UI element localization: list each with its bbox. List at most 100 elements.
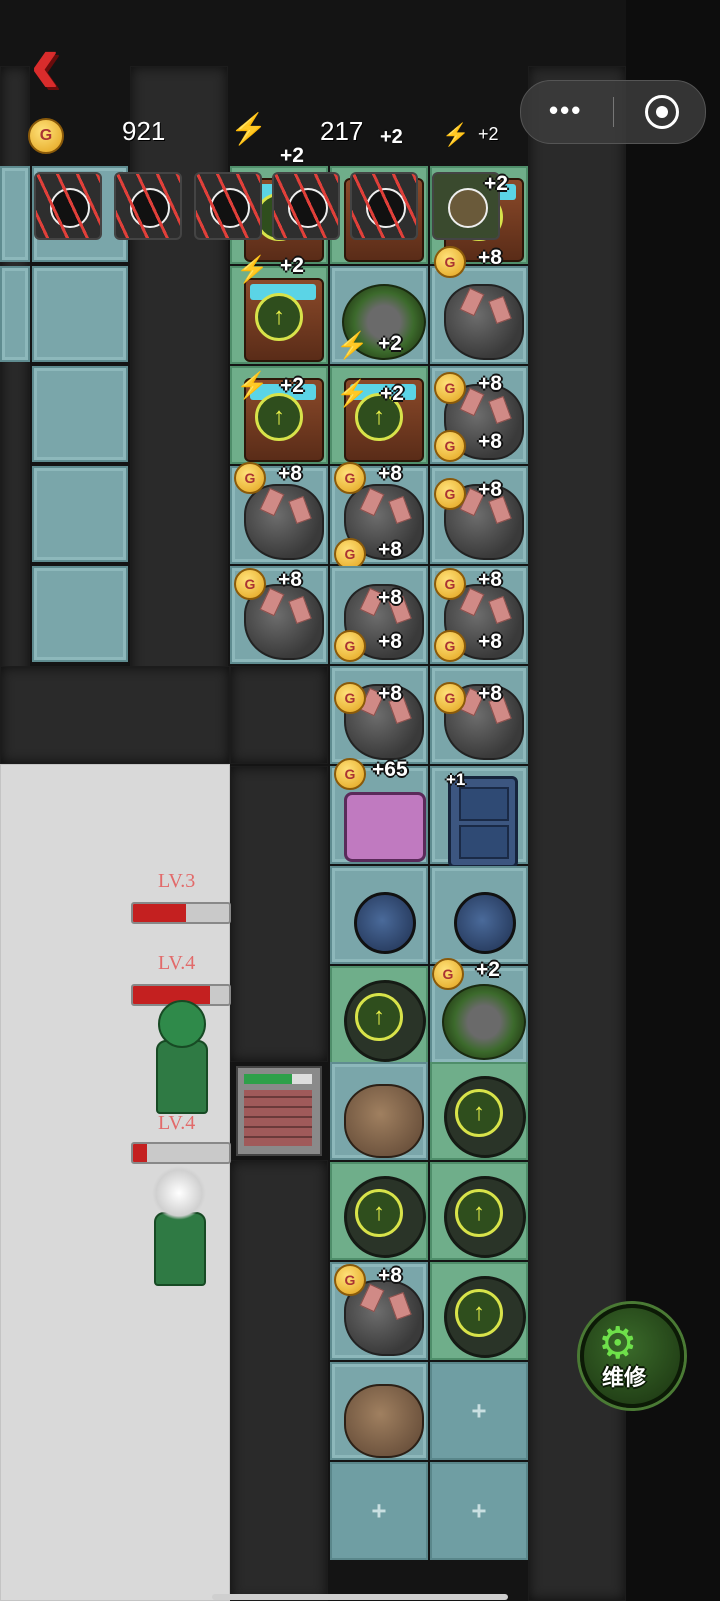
room-ore[interactable]: G +8 G +8 — [430, 566, 528, 664]
unit-level-label: LV.4 — [158, 952, 196, 974]
gold-badge: +8 — [478, 568, 502, 591]
gold-coin-icon: G — [334, 630, 366, 662]
gold-badge: +8 — [378, 538, 402, 561]
wall — [230, 666, 328, 764]
room-ore[interactable]: G +8 — [330, 1262, 428, 1360]
home-indicator[interactable] — [212, 1594, 508, 1600]
upgrade-arrow-icon[interactable]: ↑ — [355, 992, 403, 1041]
gold-badge: +8 — [478, 372, 502, 395]
gold-badge: +8 — [378, 630, 402, 653]
room-rock[interactable] — [330, 1362, 428, 1460]
gold-coin-icon: G — [434, 430, 466, 462]
energy-badge: +2 — [378, 332, 402, 355]
room-generator[interactable]: ↑ — [430, 1062, 528, 1160]
back-button[interactable]: ‹ — [30, 18, 100, 108]
gold-coin-icon: G — [434, 630, 466, 662]
chevron-left-icon: ‹ — [30, 13, 60, 113]
game-board: ↑ ↑⚡+2 ↑⚡+2 G+8 G+8 ⚡+2 ↑⚡+2 G+8G+8 +8G+… — [0, 0, 720, 1601]
empty-slot[interactable]: + — [330, 1462, 428, 1560]
gold-badge: +8 — [478, 630, 502, 653]
room-ore[interactable]: G +8 G +8 — [330, 462, 428, 570]
gold-badge: +8 — [378, 586, 402, 609]
lightning-icon: ⚡ — [336, 378, 369, 408]
gold-coin-icon: G — [334, 1264, 366, 1296]
gold-coin-icon: G — [434, 682, 466, 714]
room-ore[interactable]: G +8 G +8 — [430, 366, 528, 464]
enemy-slot[interactable] — [350, 172, 418, 240]
gold-coin-icon: G — [234, 568, 266, 600]
upgrade-arrow-icon[interactable]: ↑ — [255, 292, 303, 341]
upgrade-arrow-icon[interactable]: ↑ — [455, 1288, 503, 1337]
floor-tile — [32, 466, 128, 562]
empty-slot[interactable]: + — [430, 1362, 528, 1460]
room-ore[interactable]: G +8 — [430, 246, 528, 364]
energy-count: 217 — [320, 116, 364, 146]
gold-badge: +8 — [278, 462, 302, 485]
ghost-unit[interactable] — [150, 1000, 210, 1114]
gold-coin-icon: G — [28, 118, 64, 154]
unit-hp-bar — [131, 1142, 231, 1164]
enemy-slot[interactable] — [272, 172, 340, 240]
floor-tile — [0, 266, 30, 362]
mini-program-capsule: ••• — [520, 80, 706, 144]
repair-button[interactable]: ⚙ 维修 — [580, 1304, 684, 1408]
gold-badge: +8 — [478, 430, 502, 453]
wall — [230, 1160, 328, 1601]
room-pot[interactable] — [330, 866, 428, 964]
wall — [230, 766, 328, 1062]
energy-badge: +2 — [280, 144, 304, 167]
gold-count: 921 — [122, 116, 166, 146]
energy-rate: +2 — [380, 126, 403, 148]
upgrade-arrow-icon[interactable]: ↑ — [455, 1088, 503, 1137]
room-generator[interactable]: ↑ — [330, 1162, 428, 1260]
more-dots-icon[interactable]: ••• — [549, 95, 582, 126]
floor-tile — [32, 366, 128, 462]
ghost-unit[interactable] — [148, 1166, 208, 1286]
room-generator[interactable]: ↑ — [330, 966, 428, 1064]
unit-level-label: LV.4 — [158, 1112, 196, 1134]
room-bed[interactable]: G +65 — [330, 758, 428, 864]
gold-badge: +8 — [478, 682, 502, 705]
gold-coin-icon: G — [334, 462, 366, 494]
room-shelf[interactable] — [236, 1066, 322, 1156]
room-generator[interactable]: ↑ — [430, 1162, 528, 1260]
gold-coin-icon: G — [434, 568, 466, 600]
gold-coin-icon: G — [434, 372, 466, 404]
room-ore[interactable]: G +8 — [330, 666, 428, 764]
gold-badge: +8 — [378, 1264, 402, 1287]
lightning-icon: ⚡ — [336, 330, 369, 360]
target-icon[interactable] — [645, 95, 679, 129]
energy-badge: +2 — [280, 374, 304, 397]
wall — [0, 666, 230, 764]
room-chest[interactable]: ↑ ⚡ +2 — [330, 366, 428, 464]
room-locker[interactable]: +1 — [430, 766, 528, 868]
room-generator[interactable]: ↑ — [430, 1262, 528, 1360]
room-wreath[interactable]: ⚡ +2 — [330, 266, 428, 364]
enemy-slot[interactable] — [114, 172, 182, 240]
upgrade-arrow-icon[interactable]: ↑ — [455, 1188, 503, 1237]
capacity-badge: +1 — [446, 770, 466, 789]
empty-slot[interactable]: + — [430, 1462, 528, 1560]
plus-icon: + — [371, 1495, 387, 1526]
room-ore[interactable]: +8 G +8 — [330, 566, 428, 664]
room-chest[interactable]: ↑ ⚡ +2 — [230, 254, 328, 364]
enemy-slot[interactable] — [34, 172, 102, 240]
gold-coin-icon: G — [334, 682, 366, 714]
room-pot[interactable] — [430, 866, 528, 964]
gold-coin-icon: G — [334, 758, 366, 790]
gold-badge: +8 — [378, 462, 402, 485]
room-ore[interactable]: G +8 — [430, 666, 528, 764]
upgrade-arrow-icon[interactable]: ↑ — [355, 1188, 403, 1237]
lightning-icon: ⚡ — [442, 122, 470, 147]
progress-bar — [244, 1074, 312, 1084]
enemy-slot[interactable] — [194, 172, 262, 240]
repair-label: 维修 — [602, 1365, 647, 1390]
room-ore[interactable]: G +8 — [230, 462, 328, 564]
room-rock[interactable] — [330, 1062, 428, 1160]
room-wreath[interactable]: G +2 — [430, 958, 528, 1064]
room-chest[interactable]: ↑ ⚡ +2 — [230, 366, 328, 464]
room-ore[interactable]: G +8 — [230, 566, 328, 664]
gold-badge: +8 — [478, 246, 502, 269]
floor-tile — [32, 266, 128, 362]
room-ore[interactable]: G +8 — [430, 466, 528, 564]
